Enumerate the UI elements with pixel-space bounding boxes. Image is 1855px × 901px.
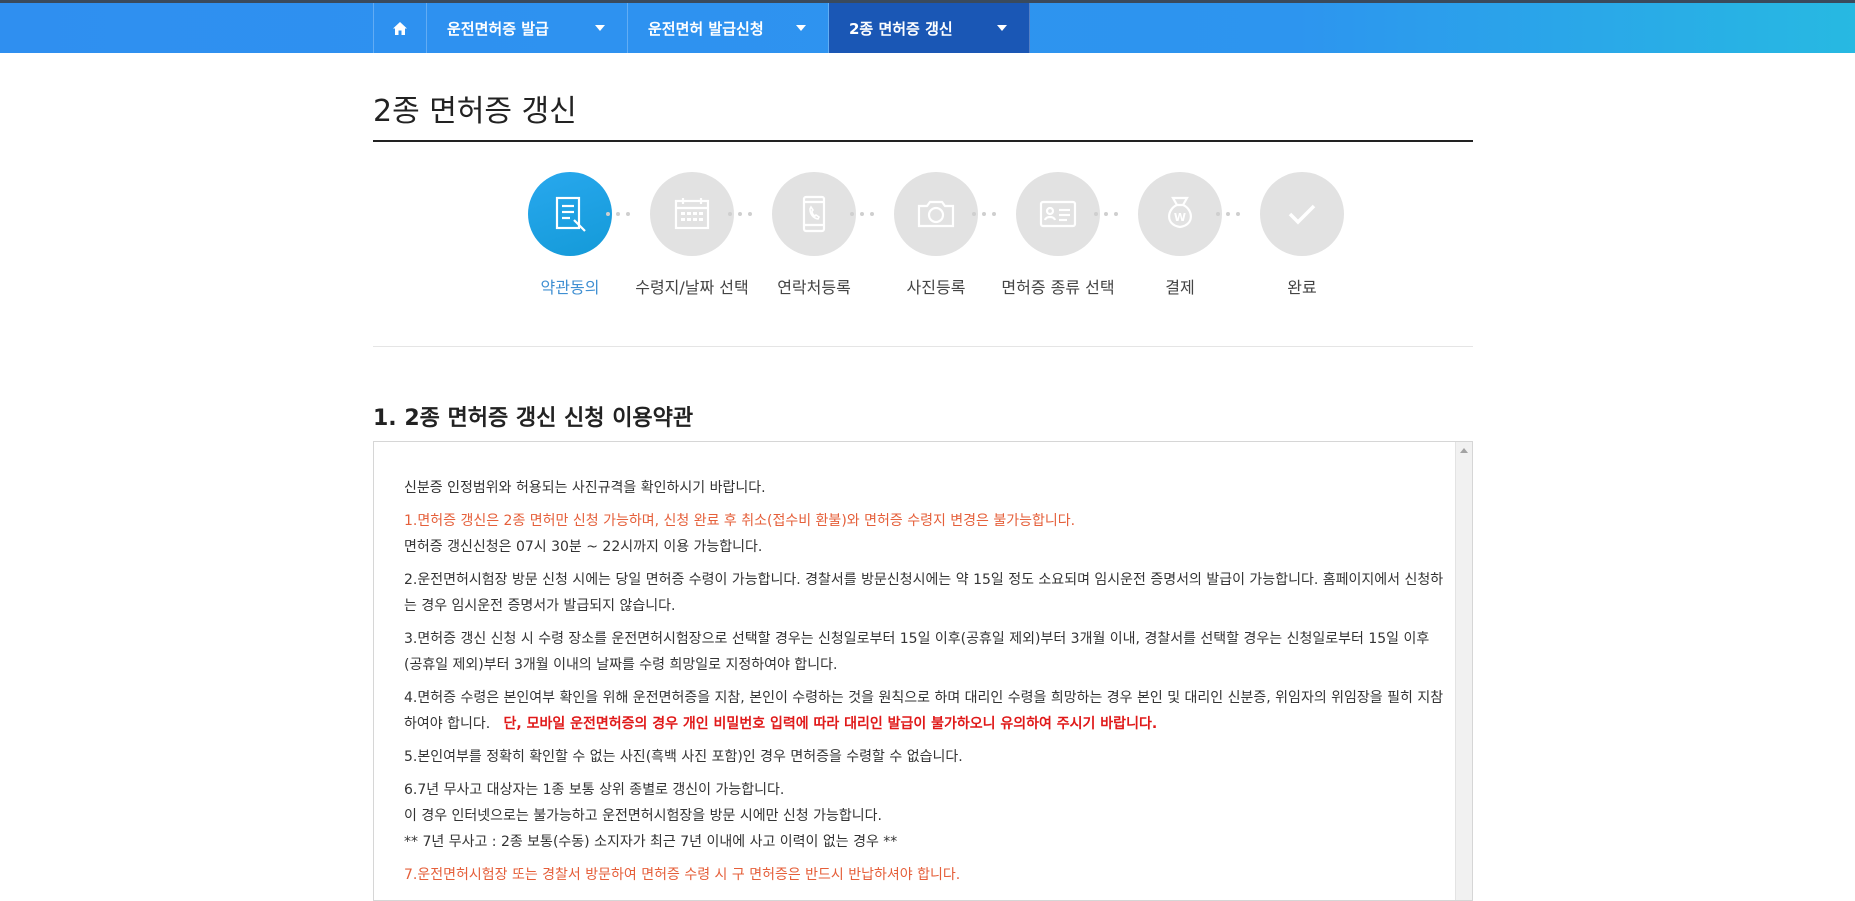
step-label: 완료: [1287, 278, 1317, 297]
step-label: 연락처등록: [777, 278, 851, 297]
terms-item-1-hours: 면허증 갱신신청은 07시 30분 ~ 22시까지 이용 가능합니다.: [404, 539, 763, 555]
nav-label: 운전면허증 발급: [447, 19, 549, 38]
step-terms: 약관동의: [500, 172, 640, 298]
chevron-down-icon: [595, 25, 605, 31]
step-label: 면허증 종류 선택: [1001, 278, 1115, 297]
nav-license-issuance[interactable]: 운전면허증 발급: [427, 3, 628, 53]
step-circle: [1016, 172, 1100, 256]
step-complete: 완료: [1232, 172, 1372, 298]
nav-issuance-application[interactable]: 운전면허 발급신청: [628, 3, 829, 53]
home-icon: [393, 21, 407, 35]
check-icon: [1288, 204, 1316, 225]
terms-content: 신분증 인정범위와 허용되는 사진규격을 확인하시기 바랍니다. 1.면허증 갱…: [404, 475, 1444, 895]
terms-item-7-warning: 7.운전면허시험장 또는 경찰서 방문하여 면허증 수령 시 구 면허증은 반드…: [404, 867, 961, 883]
terms-item-5: 5.본인여부를 정확히 확인할 수 없는 사진(흑백 사진 포함)인 경우 면허…: [404, 749, 963, 765]
id-card-icon: [1039, 200, 1077, 228]
document-pen-icon: [555, 196, 586, 232]
chevron-down-icon: [997, 25, 1007, 31]
money-bag-icon: W: [1168, 196, 1192, 229]
step-label: 수령지/날짜 선택: [635, 278, 749, 297]
terms-scrollbar[interactable]: [1455, 442, 1472, 900]
section-divider: [373, 346, 1473, 347]
nav-label: 2종 면허증 갱신: [849, 19, 953, 38]
step-pickup-date: 수령지/날짜 선택: [622, 172, 762, 298]
title-divider: [373, 140, 1473, 142]
terms-item-4: 4.면허증 수령은 본인여부 확인을 위해 운전면허증을 지참, 본인이 수령하…: [404, 685, 1444, 737]
terms-item-6-detail: 이 경우 인터넷으로는 불가능하고 운전면허시험장을 방문 시에만 신청 가능합…: [404, 808, 882, 824]
progress-steps: 약관동의 수령지/날짜 선택 연락처등록 사진등록 면허증 종류 선택 W 결제…: [500, 172, 1360, 302]
terms-section-title: 1. 2종 면허증 갱신 신청 이용약관: [373, 406, 694, 431]
nav-label: 운전면허 발급신청: [648, 19, 764, 38]
step-circle: [650, 172, 734, 256]
terms-item-2: 2.운전면허시험장 방문 신청 시에는 당일 면허증 수령이 가능합니다. 경찰…: [404, 572, 1444, 614]
calendar-icon: [674, 198, 710, 230]
chevron-down-icon: [796, 25, 806, 31]
step-label: 사진등록: [906, 278, 966, 297]
step-label: 결제: [1165, 278, 1195, 297]
svg-text:W: W: [1174, 211, 1186, 224]
main-nav: 운전면허증 발급 운전면허 발급신청 2종 면허증 갱신: [373, 3, 1030, 53]
step-circle: [894, 172, 978, 256]
terms-intro: 신분증 인정범위와 허용되는 사진규격을 확인하시기 바랍니다.: [404, 480, 766, 496]
camera-icon: [917, 200, 955, 228]
phone-icon: [802, 195, 826, 233]
terms-item-3: 3.면허증 갱신 신청 시 수령 장소를 운전면허시험장으로 선택할 경우는 신…: [404, 631, 1430, 673]
terms-item-1-warning: 1.면허증 갱신은 2종 면허만 신청 가능하며, 신청 완료 후 취소(접수비…: [404, 513, 1076, 529]
step-payment: W 결제: [1110, 172, 1250, 298]
step-circle: [772, 172, 856, 256]
step-contact: 연락처등록: [744, 172, 884, 298]
step-circle: [528, 172, 612, 256]
page-title: 2종 면허증 갱신: [373, 94, 577, 129]
step-photo: 사진등록: [866, 172, 1006, 298]
terms-item-4-warning: 단, 모바일 운전면허증의 경우 개인 비밀번호 입력에 따라 대리인 발급이 …: [503, 716, 1158, 732]
terms-scroll-box[interactable]: 신분증 인정범위와 허용되는 사진규격을 확인하시기 바랍니다. 1.면허증 갱…: [373, 441, 1473, 901]
step-circle: W: [1138, 172, 1222, 256]
step-label: 약관동의: [540, 278, 600, 297]
top-navigation-bar: 운전면허증 발급 운전면허 발급신청 2종 면허증 갱신: [0, 0, 1855, 53]
terms-item-6: 6.7년 무사고 대상자는 1종 보통 상위 종별로 갱신이 가능합니다.: [404, 782, 785, 798]
scroll-up-arrow-icon[interactable]: [1460, 448, 1468, 453]
terms-item-6-note: ** 7년 무사고 : 2종 보통(수동) 소지자가 최근 7년 이내에 사고 …: [404, 834, 898, 850]
step-license-type: 면허증 종류 선택: [988, 172, 1128, 298]
nav-class2-renewal[interactable]: 2종 면허증 갱신: [829, 3, 1030, 53]
home-button[interactable]: [373, 3, 427, 53]
step-circle: [1260, 172, 1344, 256]
